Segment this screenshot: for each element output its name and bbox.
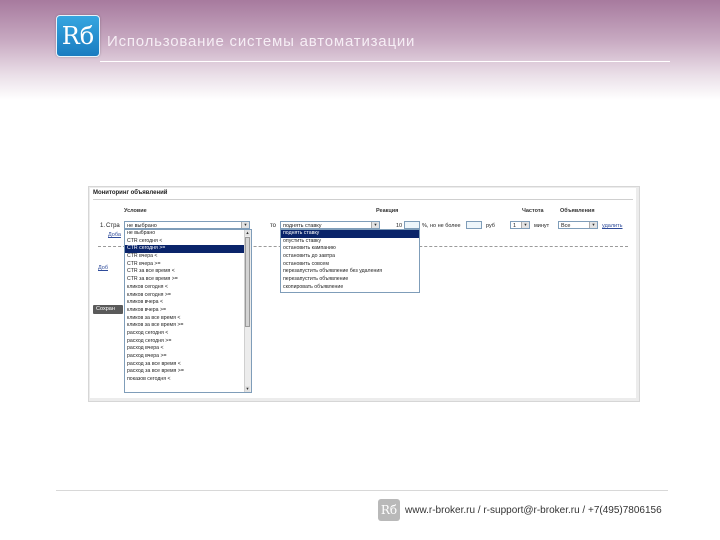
ads-select[interactable]: Все ▼ <box>558 221 598 229</box>
dropdown-option[interactable]: перезапустить объявление без удаления <box>281 268 419 276</box>
scrollbar-thumb[interactable] <box>245 237 250 327</box>
chevron-down-icon[interactable]: ▼ <box>589 222 597 228</box>
action-dropdown-list[interactable]: поднять ставку опустить ставку остановить … <box>280 229 420 293</box>
dropdown-option[interactable]: остановить кампанию <box>281 245 419 253</box>
row-number: 1. <box>100 223 106 229</box>
period-select-value: 1 <box>513 223 517 229</box>
footer-contacts: www.r-broker.ru / r-support@r-broker.ru … <box>405 505 662 516</box>
header-frequency: Частота <box>522 208 544 214</box>
dropdown-option[interactable]: поднять ставку <box>281 230 419 238</box>
dropdown-option[interactable]: остановить совсем <box>281 261 419 269</box>
footer-divider <box>56 490 668 491</box>
dropdown-option[interactable]: опустить ставку <box>281 238 419 246</box>
footer-logo: Rб <box>378 499 400 521</box>
dropdown-option[interactable]: кликов за все время >= <box>125 322 251 330</box>
currency-note: %, но не более <box>422 223 461 229</box>
condition-select[interactable]: не выбрано ▼ <box>124 221 250 229</box>
dropdown-option[interactable]: кликов сегодня < <box>125 284 251 292</box>
dropdown-option[interactable]: расход вчера < <box>125 345 251 353</box>
action-select[interactable]: поднять ставку ▼ <box>280 221 380 229</box>
header-ads: Объявления <box>560 208 595 214</box>
scrollbar[interactable]: ▲ ▼ <box>244 230 251 392</box>
save-button[interactable]: Сохран <box>93 305 123 314</box>
max-bid-input[interactable] <box>466 221 482 229</box>
dropdown-option[interactable]: CTR сегодня < <box>125 238 251 246</box>
chevron-down-icon[interactable]: ▼ <box>521 222 529 228</box>
amount-input[interactable] <box>404 221 420 229</box>
dropdown-option[interactable]: кликов за все время < <box>125 315 251 323</box>
header-condition: Условие <box>124 208 147 214</box>
dropdown-option[interactable]: CTR сегодня >= <box>125 245 251 254</box>
panel-title: Мониторинг объявлений <box>93 190 168 196</box>
scroll-up-icon[interactable]: ▲ <box>245 230 250 236</box>
period-select[interactable]: 1 ▼ <box>510 221 530 229</box>
dropdown-option[interactable]: кликов вчера >= <box>125 307 251 315</box>
dropdown-option[interactable]: CTR вчера < <box>125 253 251 261</box>
header-divider <box>100 61 670 62</box>
condition-dropdown-list[interactable]: не выбрано CTR сегодня < CTR сегодня >= CTR… <box>124 229 252 393</box>
dropdown-option[interactable]: перезапустить объявление <box>281 276 419 284</box>
dropdown-option[interactable]: не выбрано <box>125 230 251 238</box>
dropdown-option[interactable]: кликов вчера < <box>125 299 251 307</box>
dropdown-option[interactable]: кликов сегодня >= <box>125 292 251 300</box>
then-label: то <box>270 223 277 229</box>
dropdown-option[interactable]: расход сегодня >= <box>125 338 251 346</box>
dropdown-option[interactable]: CTR за все время < <box>125 268 251 276</box>
dropdown-option[interactable]: расход вчера >= <box>125 353 251 361</box>
dropdown-option[interactable]: расход за все время >= <box>125 368 251 376</box>
dropdown-option[interactable]: показов сегодня < <box>125 376 251 384</box>
dropdown-option[interactable]: остановить до завтра <box>281 253 419 261</box>
chevron-down-icon[interactable]: ▼ <box>371 222 379 228</box>
row-prefix: Стра <box>106 223 120 229</box>
scroll-down-icon[interactable]: ▼ <box>245 386 250 392</box>
dropdown-option[interactable]: расход за все время < <box>125 361 251 369</box>
ads-select-value: Все <box>561 223 571 229</box>
delete-link[interactable]: удалить <box>602 223 623 229</box>
company-logo: Rб <box>56 15 100 57</box>
dropdown-option[interactable]: CTR за все время >= <box>125 276 251 284</box>
chevron-down-icon[interactable]: ▼ <box>241 222 249 228</box>
slide-title: Использование системы автоматизации <box>107 33 416 50</box>
dropdown-option[interactable]: CTR вчера >= <box>125 261 251 269</box>
panel-divider <box>93 199 633 200</box>
period-unit: минут <box>534 223 550 229</box>
header-band <box>0 0 720 100</box>
dropdown-option[interactable]: скопировать объявление <box>281 284 419 292</box>
add-link[interactable]: Доба <box>108 232 121 238</box>
rub-label: руб <box>486 223 495 229</box>
monitoring-panel: Мониторинг объявлений Условие Реакция Ча… <box>90 188 636 398</box>
add-rule-link[interactable]: Доб <box>98 265 108 271</box>
header-action: Реакция <box>376 208 399 214</box>
dropdown-option[interactable]: расход сегодня < <box>125 330 251 338</box>
